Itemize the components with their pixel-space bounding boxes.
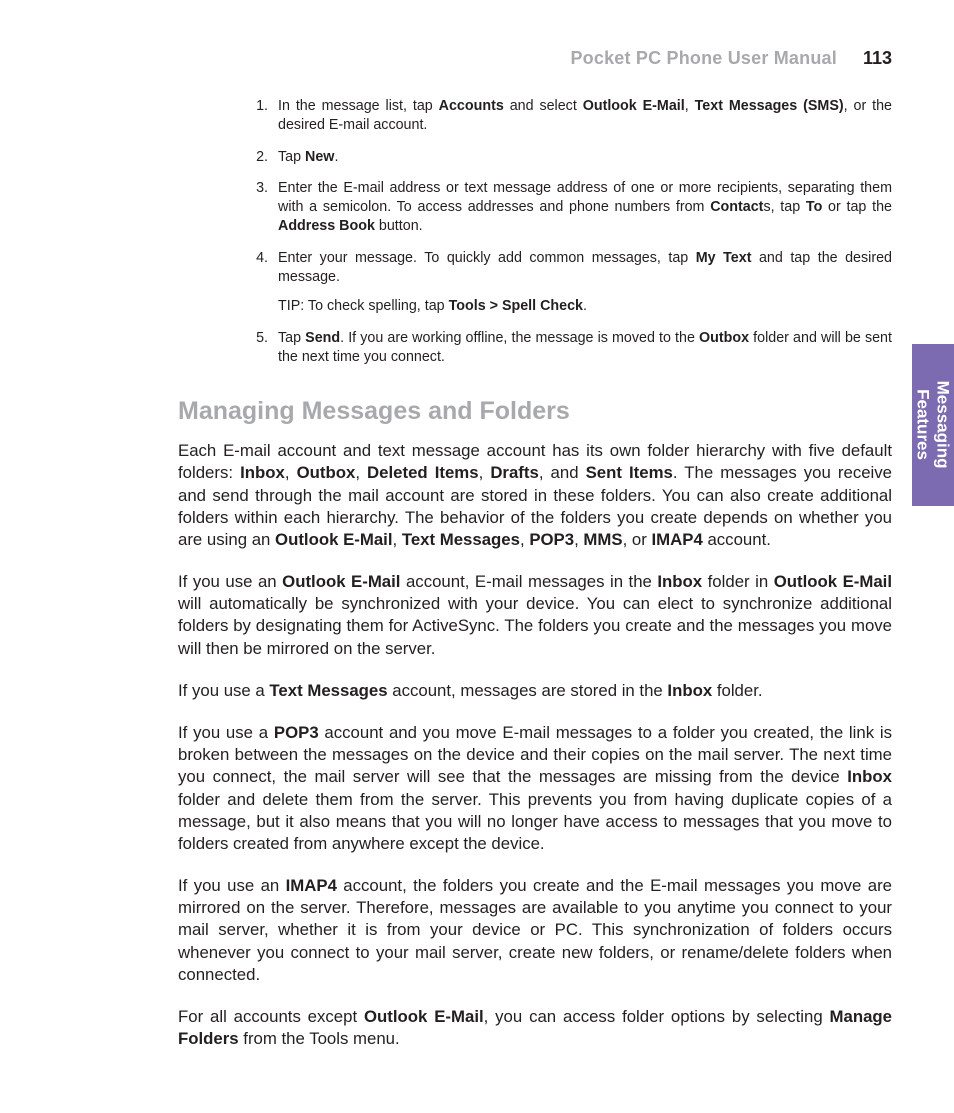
page-header: Pocket PC Phone User Manual 113 — [178, 48, 892, 69]
paragraph-6: For all accounts except Outlook E-Mail, … — [178, 1006, 892, 1050]
manual-title: Pocket PC Phone User Manual — [570, 48, 836, 69]
section-side-tab: Messaging Features — [912, 344, 954, 506]
side-tab-label: Messaging Features — [913, 381, 952, 469]
step-1: In the message list, tap Accounts and se… — [272, 97, 892, 136]
step-4: Enter your message. To quickly add commo… — [272, 249, 892, 317]
page-content: Pocket PC Phone User Manual 113 In the m… — [0, 0, 954, 1110]
step-5: Tap Send. If you are working offline, th… — [272, 329, 892, 368]
paragraph-1: Each E-mail account and text message acc… — [178, 440, 892, 551]
step-4-tip: TIP: To check spelling, tap Tools > Spel… — [278, 297, 892, 316]
paragraph-3: If you use a Text Messages account, mess… — [178, 680, 892, 702]
paragraph-4: If you use a POP3 account and you move E… — [178, 722, 892, 855]
instruction-list: In the message list, tap Accounts and se… — [178, 97, 892, 367]
step-2: Tap New. — [272, 148, 892, 167]
section-heading: Managing Messages and Folders — [178, 397, 892, 426]
step-3: Enter the E-mail address or text message… — [272, 179, 892, 237]
paragraph-5: If you use an IMAP4 account, the folders… — [178, 875, 892, 986]
page-number: 113 — [863, 48, 892, 69]
paragraph-2: If you use an Outlook E-Mail account, E-… — [178, 571, 892, 660]
